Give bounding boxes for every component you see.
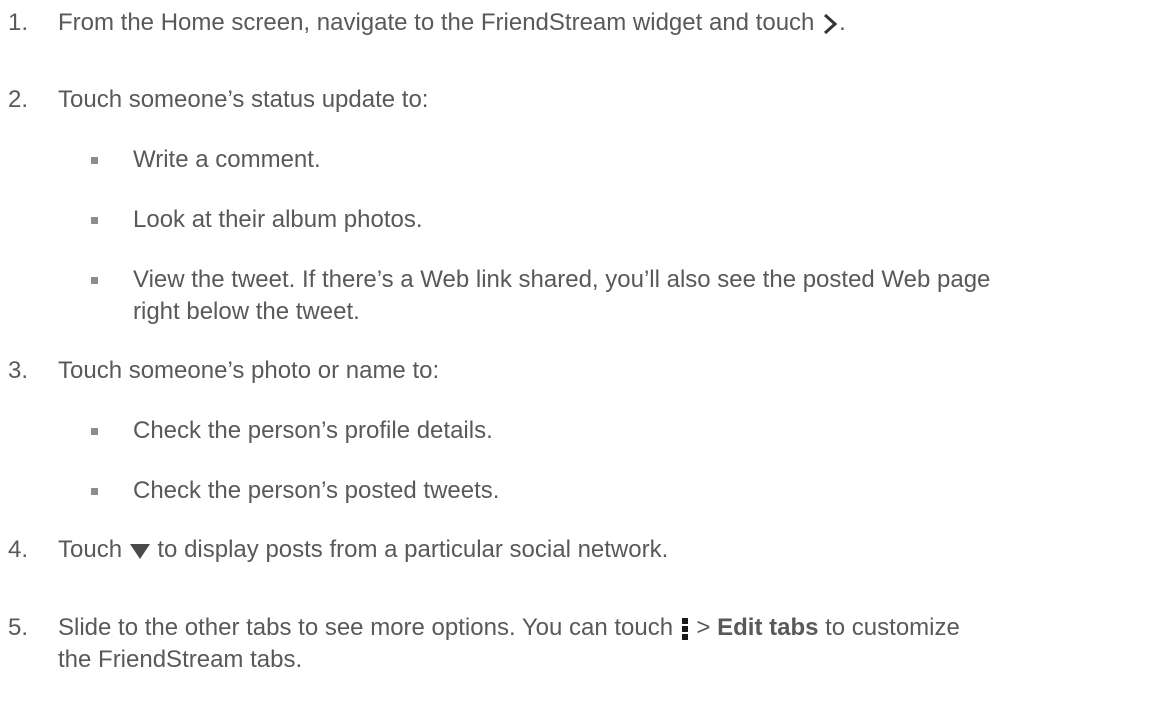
bullet-marker [91, 217, 98, 224]
bullet-text: Look at their album photos. [133, 206, 423, 233]
step-text-part: to display posts from a particular socia… [150, 536, 669, 563]
step-text-part: to customize [818, 614, 960, 641]
bullet-text: Write a comment. [133, 146, 321, 173]
step-text-part: From the Home screen, navigate to the Fr… [58, 9, 822, 36]
bullet-marker [91, 428, 98, 435]
bullet-marker [91, 157, 98, 164]
step-text: From the Home screen, navigate to the Fr… [58, 9, 846, 37]
bullet-text: Check the person’s posted tweets. [133, 477, 500, 504]
bullet-marker [91, 488, 98, 495]
step-number: 1. [8, 9, 29, 36]
bullet-text: Check the person’s profile details. [133, 417, 493, 444]
step-number: 5. [8, 614, 29, 641]
step-text: Slide to the other tabs to see more opti… [58, 614, 960, 642]
step-text: the FriendStream tabs. [58, 646, 303, 673]
step-number: 4. [8, 536, 29, 563]
step-text: Touch someone’s status update to: [58, 86, 429, 113]
step-number: 2. [8, 86, 29, 113]
bullet-marker [91, 277, 98, 284]
edit-tabs-label: Edit tabs [717, 614, 819, 641]
step-text-part: > [689, 614, 718, 641]
step-text-part: Touch [58, 536, 129, 563]
step-text-part: Slide to the other tabs to see more opti… [58, 614, 680, 641]
chevron-right-icon [824, 13, 838, 34]
step-text: Touch to display posts from a particular… [58, 536, 668, 564]
step-text-part: . [839, 9, 846, 36]
bullet-text: View the tweet. If there’s a Web link sh… [133, 266, 991, 293]
step-number: 3. [8, 357, 29, 384]
bullet-text: right below the tweet. [133, 298, 360, 325]
step-text: Touch someone’s photo or name to: [58, 357, 440, 384]
menu-icon [681, 617, 688, 640]
triangle-down-icon [129, 543, 150, 559]
